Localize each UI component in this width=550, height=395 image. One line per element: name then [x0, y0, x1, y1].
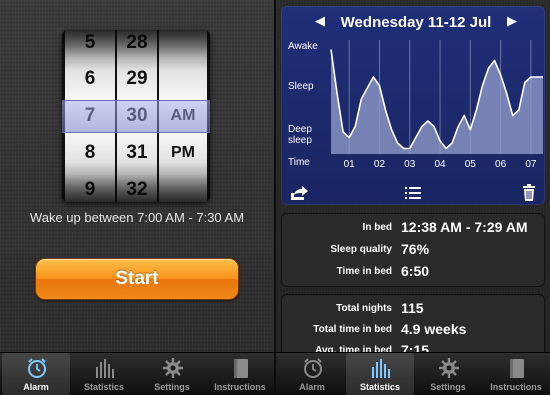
hour-option[interactable]: 9	[65, 175, 115, 202]
book-icon	[510, 359, 524, 378]
minute-option[interactable]: 32	[117, 175, 157, 202]
gear-icon	[439, 358, 459, 378]
bar-graph-icon	[96, 359, 114, 378]
tab-label: Statistics	[83, 382, 125, 392]
tab-label: Settings	[430, 382, 466, 392]
start-button[interactable]: Start	[35, 258, 239, 300]
previous-night-icon[interactable]: ◀	[313, 14, 327, 28]
tab-alarm[interactable]: Alarm	[2, 353, 70, 395]
x-tick-label: 01	[344, 159, 356, 170]
tab-statistics[interactable]: Statistics	[70, 353, 138, 395]
stat-row-total-time-in-bed: Total time in bed 4.9 weeks	[281, 321, 545, 341]
tab-label: Instructions	[214, 382, 266, 392]
stat-row-in-bed: In bed 12:38 AM - 7:29 AM	[281, 219, 545, 239]
trash-icon[interactable]	[519, 184, 539, 202]
book-icon	[234, 359, 248, 378]
bar-graph-icon	[372, 359, 390, 378]
graph-header: ◀ Wednesday 11-12 Jul ▶	[281, 12, 545, 32]
tab-settings[interactable]: Settings	[414, 353, 482, 395]
minute-option[interactable]: 29	[117, 64, 157, 94]
tab-bar: Alarm Statistics Settings Instructions	[276, 352, 550, 395]
tab-bar: Alarm Statistics Settings Instructions	[0, 352, 274, 395]
hour-option[interactable]: 8	[65, 138, 115, 168]
tab-instructions[interactable]: Instructions	[206, 353, 274, 395]
sleep-graph-panel: 01 02 03 04 05 06 07 ◀ Wednesday 11-12 Jul ▶ A…	[281, 6, 545, 205]
minute-option[interactable]: 31	[117, 138, 157, 168]
alarm-screen: 5 6 7 8 9 28 29 30 31 32 AM PM Wake up b…	[0, 0, 274, 395]
x-tick-label: 03	[404, 159, 416, 170]
tab-settings[interactable]: Settings	[138, 353, 206, 395]
stat-row-time-in-bed: Time in bed 6:50	[281, 263, 545, 283]
share-icon[interactable]	[289, 184, 309, 202]
stat-label: Total nights	[336, 303, 392, 314]
tab-label: Settings	[154, 382, 190, 392]
statistics-screen: 01 02 03 04 05 06 07 ◀ Wednesday 11-12 Jul ▶ A…	[276, 0, 550, 395]
gear-icon	[163, 358, 183, 378]
y-label-deep-sleep: Deep sleep	[288, 124, 312, 146]
stat-value: 4.9 weeks	[401, 321, 467, 337]
tab-label: Alarm	[299, 382, 325, 392]
tab-alarm[interactable]: Alarm	[278, 353, 346, 395]
stat-row-total-nights: Total nights 115	[281, 300, 545, 320]
stat-label: Time in bed	[336, 266, 392, 277]
graph-toolbar	[281, 182, 545, 204]
tab-statistics[interactable]: Statistics	[346, 353, 414, 395]
x-axis-label: Time	[288, 157, 310, 168]
night-stats-table: In bed 12:38 AM - 7:29 AM Sleep quality …	[281, 213, 545, 287]
tab-label: Instructions	[490, 382, 542, 392]
stat-value: 12:38 AM - 7:29 AM	[401, 219, 528, 235]
x-tick-label: 06	[495, 159, 507, 170]
sleep-graph[interactable]: 01 02 03 04 05 06 07	[281, 6, 545, 205]
sleep-area	[331, 49, 543, 154]
x-tick-label: 05	[465, 159, 477, 170]
stat-value: 6:50	[401, 263, 430, 279]
y-label-sleep: Sleep	[288, 81, 314, 92]
alarm-clock-icon	[304, 358, 322, 378]
hour-option[interactable]: 5	[65, 30, 115, 58]
x-tick-label: 04	[434, 159, 446, 170]
graph-title: Wednesday 11-12 Jul	[340, 14, 492, 31]
tab-label: Statistics	[359, 382, 401, 392]
x-tick-label: 07	[525, 159, 537, 170]
wake-window-text: Wake up between 7:00 AM - 7:30 AM	[29, 210, 245, 225]
alarm-clock-icon	[28, 358, 46, 378]
stat-row-sleep-quality: Sleep quality 76%	[281, 241, 545, 261]
stat-label: Total time in bed	[313, 324, 392, 335]
minute-option[interactable]: 28	[117, 30, 157, 58]
ampm-option[interactable]: PM	[159, 138, 207, 168]
wake-time-picker[interactable]: 5 6 7 8 9 28 29 30 31 32 AM PM	[62, 30, 210, 202]
y-label-awake: Awake	[288, 41, 318, 52]
tab-label: Alarm	[23, 382, 49, 392]
next-night-icon[interactable]: ▶	[505, 14, 519, 28]
stat-value: 76%	[401, 241, 430, 257]
tab-instructions[interactable]: Instructions	[482, 353, 550, 395]
stat-value: 115	[401, 300, 424, 316]
list-icon[interactable]	[403, 184, 423, 202]
stat-label: Sleep quality	[330, 244, 392, 255]
hour-option[interactable]: 6	[65, 64, 115, 94]
stat-label: In bed	[362, 222, 392, 233]
picker-selection-band	[62, 100, 210, 133]
x-tick-label: 02	[374, 159, 386, 170]
